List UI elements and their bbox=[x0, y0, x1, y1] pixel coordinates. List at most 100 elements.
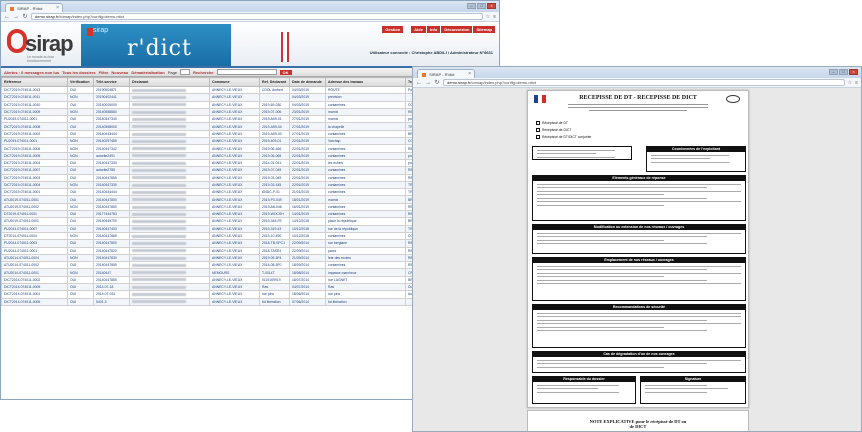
menu-gestion[interactable]: Gestion bbox=[382, 26, 404, 33]
section-responsable: Responsable du dossier bbox=[532, 376, 636, 404]
table-cell: ATU2014-074011-0002 bbox=[1, 261, 68, 270]
maximize-icon[interactable]: □ bbox=[477, 3, 486, 9]
table-cell: 20140444444 bbox=[93, 188, 130, 197]
table-cell: prévision bbox=[325, 93, 406, 102]
table-cell: DICT2019-074011-0007 bbox=[1, 166, 68, 175]
forward-icon[interactable]: → bbox=[13, 14, 19, 20]
table-cell: ANNECY-LE-VIEUX bbox=[209, 122, 260, 131]
bookmark-star-icon[interactable]: ☆ bbox=[848, 80, 852, 86]
minimize-icon[interactable]: – bbox=[829, 69, 838, 75]
back-icon[interactable]: ← bbox=[4, 14, 10, 20]
browser-tab[interactable]: SIRAP - R'dict × bbox=[5, 3, 63, 12]
table-cell: 20140447855 bbox=[93, 275, 130, 285]
table-cell: 6d libération bbox=[325, 297, 406, 306]
search-input[interactable] bbox=[216, 69, 277, 75]
table-cell: parcs bbox=[325, 246, 406, 255]
search-label: Recherche bbox=[193, 69, 214, 75]
search-ok-button[interactable]: OK bbox=[279, 69, 292, 75]
table-cell: PU2014-074011-0003 bbox=[1, 239, 68, 248]
redacted-name bbox=[132, 205, 186, 209]
table-cell: Ras bbox=[325, 282, 406, 292]
table-cell: 14/12/2018 bbox=[289, 217, 326, 226]
menu-icon[interactable]: ≡ bbox=[855, 80, 858, 86]
table-cell: 18/07/2014 bbox=[289, 275, 326, 285]
checkbox-dict[interactable] bbox=[536, 128, 540, 132]
table-cell: ANNECY-LE-VIEUX bbox=[209, 217, 260, 226]
window-controls: – □ × bbox=[467, 3, 496, 9]
table-cell: contamines bbox=[325, 166, 406, 175]
table-cell: NON bbox=[67, 231, 94, 241]
table-cell: OUI bbox=[67, 282, 94, 292]
alerts-link[interactable]: Alertes : 0 messages non lus bbox=[4, 70, 59, 75]
all-files-link[interactable]: Tous les dossiers bbox=[62, 70, 96, 75]
table-cell: 2019-319-43 bbox=[259, 224, 290, 233]
minimize-icon[interactable]: – bbox=[467, 3, 476, 9]
table-cell: 20140297489 bbox=[93, 137, 130, 146]
table-cell: impasse marcheux bbox=[325, 268, 406, 277]
column-header[interactable]: Ref. Déclarant bbox=[259, 77, 290, 87]
menu-aide[interactable]: Aide bbox=[411, 26, 426, 33]
browser-tab-2[interactable]: SIRAP - R'dict × bbox=[417, 69, 475, 78]
checkbox-joint[interactable] bbox=[536, 135, 540, 139]
table-cell bbox=[129, 129, 210, 139]
table-cell bbox=[129, 180, 210, 190]
maximize-icon[interactable]: □ bbox=[839, 69, 848, 75]
table-cell: 22/01/2019 bbox=[289, 173, 326, 182]
column-header[interactable]: Vérification bbox=[67, 77, 94, 87]
rdict-banner: sirap r'dict bbox=[81, 24, 289, 66]
dematerialisation-link[interactable]: Dématérialisation bbox=[131, 70, 164, 75]
table-cell: ANNECY-LE-VIEUX bbox=[209, 246, 260, 255]
tab-close-icon[interactable]: × bbox=[468, 71, 471, 77]
column-header[interactable]: Date de demande bbox=[289, 77, 326, 87]
menu-sitemap[interactable]: Sitemap bbox=[473, 26, 495, 33]
table-cell bbox=[129, 231, 210, 241]
column-header[interactable]: Commune bbox=[209, 77, 260, 87]
pdf-viewer[interactable]: RECEPISSE DE DT - RECEPISSE DE DICT Récé… bbox=[413, 88, 861, 431]
redacted-name bbox=[132, 96, 186, 100]
address-bar[interactable]: demo.sirap.fr/comap/index.php?config=dem… bbox=[31, 13, 483, 20]
table-cell: marnix bbox=[325, 195, 406, 204]
bookmark-star-icon[interactable]: ☆ bbox=[486, 14, 490, 20]
table-cell: 20140447800 bbox=[93, 195, 130, 204]
column-header[interactable]: Télé-service bbox=[93, 77, 130, 87]
table-cell: DICT2019-074011-0009 bbox=[1, 107, 68, 117]
browser-titlebar-2: SIRAP - R'dict × – □ × bbox=[413, 67, 861, 78]
table-cell: 20140445700 bbox=[93, 217, 130, 226]
back-icon[interactable]: ← bbox=[416, 80, 422, 86]
forward-icon[interactable]: → bbox=[425, 80, 431, 86]
tab-close-icon[interactable]: × bbox=[56, 5, 59, 11]
table-cell bbox=[129, 188, 210, 197]
menu-icon[interactable]: ≡ bbox=[493, 14, 496, 20]
table-cell: ANNECY-LE-VIEUX bbox=[209, 275, 260, 285]
close-window-icon[interactable]: × bbox=[849, 69, 858, 75]
pdf-subtitle-lines bbox=[568, 102, 708, 114]
section-general-header: Eléments généraux de réponse bbox=[533, 176, 745, 181]
table-cell: contamines bbox=[325, 129, 406, 139]
redacted-name bbox=[132, 241, 186, 245]
logo-tagline: Le monde au bon fonctionnement bbox=[27, 55, 55, 63]
table-cell: fete des ecoles bbox=[325, 253, 406, 263]
menu-deconnexion[interactable]: Déconnexion bbox=[441, 26, 473, 33]
new-link[interactable]: Nouveau bbox=[111, 70, 128, 75]
checkbox-row-dict: Récépissé de DICT bbox=[536, 128, 571, 132]
table-cell: ANNECY-LE-VIEUX bbox=[209, 195, 260, 204]
table-cell: rue berglane bbox=[325, 239, 406, 248]
table-cell: 18/01/2019 bbox=[289, 195, 326, 204]
reload-icon[interactable]: ↻ bbox=[22, 13, 28, 20]
close-window-icon[interactable]: × bbox=[487, 3, 496, 9]
table-cell: OUI bbox=[67, 275, 94, 285]
column-header[interactable]: Adresse des travaux bbox=[325, 77, 406, 87]
column-header[interactable]: Référence bbox=[1, 77, 68, 87]
table-cell: OUI bbox=[67, 246, 94, 255]
column-header[interactable]: Déclarant bbox=[129, 77, 210, 87]
table-cell: 20190504871 bbox=[93, 85, 130, 95]
redacted-name bbox=[132, 110, 186, 114]
page-input[interactable] bbox=[180, 69, 191, 75]
address-bar-2[interactable]: demo.sirap.fr/comap/index.php?config=dem… bbox=[443, 79, 845, 86]
section-modification: Modification ou extension de nos réseaux… bbox=[532, 224, 746, 254]
menu-info[interactable]: Info bbox=[426, 26, 441, 33]
table-cell: 20140447330 bbox=[93, 158, 130, 168]
reload-icon[interactable]: ↻ bbox=[434, 79, 440, 86]
filter-link[interactable]: Filtre bbox=[99, 70, 109, 75]
checkbox-dt[interactable] bbox=[536, 121, 540, 125]
